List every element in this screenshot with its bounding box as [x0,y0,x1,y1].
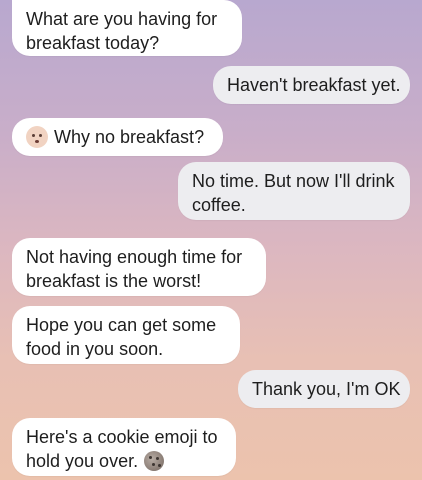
message-text: Hope you can get some [26,315,217,335]
user-message-2: No time. But now I'll drink coffee. [178,162,410,220]
message-text: What are you having for [26,9,218,29]
chat-thread: What are you having for breakfast today?… [0,0,422,480]
message-text: breakfast is the worst! [26,271,202,291]
message-text: Why no breakfast? [54,127,205,147]
message-line: hold you over. [26,449,222,473]
bot-message-3: Not having enough time for breakfast is … [12,238,266,296]
message-text: No time. But now I'll drink [192,171,395,191]
bot-message-1: What are you having for breakfast today? [12,0,242,56]
bot-message-2: Why no breakfast? [12,118,223,156]
message-text: Haven't breakfast yet. [227,75,401,95]
message-text: Not having enough time for [26,247,243,267]
cookie-emoji-icon [144,451,165,471]
message-text: coffee. [192,195,246,215]
message-text: Thank you, I'm OK [252,379,401,399]
worried-face-emoji-icon [26,126,48,148]
bot-message-4: Hope you can get some food in you soon. [12,306,240,364]
user-message-1: Haven't breakfast yet. [213,66,410,104]
message-text: food in you soon. [26,339,164,359]
message-text: breakfast today? [26,33,160,53]
message-text: Here's a cookie emoji to [26,427,218,447]
user-message-3: Thank you, I'm OK [238,370,410,408]
message-line: Why no breakfast? [26,125,209,149]
bot-message-5: Here's a cookie emoji to hold you over. [12,418,236,476]
message-text: hold you over. [26,451,139,471]
